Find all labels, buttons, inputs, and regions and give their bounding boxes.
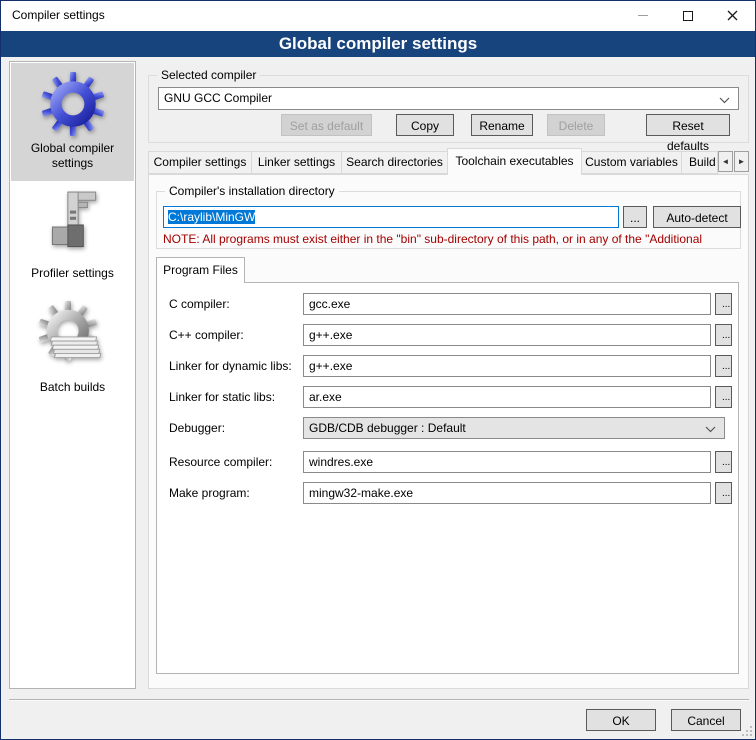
tab-toolchain-executables[interactable]: Toolchain executables	[447, 148, 582, 175]
installation-directory-browse-button[interactable]: ...	[623, 206, 647, 228]
debugger-select[interactable]: GDB/CDB debugger : Default	[303, 417, 725, 439]
make-program-label: Make program:	[169, 486, 250, 500]
chevron-down-icon	[705, 426, 716, 433]
c-compiler-input[interactable]	[303, 293, 711, 315]
resource-compiler-label: Resource compiler:	[169, 455, 272, 469]
tab-search-directories[interactable]: Search directories	[341, 151, 448, 174]
resize-grip[interactable]	[742, 726, 752, 736]
tab-scroll-right-button[interactable]: ►	[734, 151, 749, 172]
linker-static-input[interactable]	[303, 386, 711, 408]
auto-detect-button[interactable]: Auto-detect	[653, 206, 741, 228]
resource-compiler-input[interactable]	[303, 451, 711, 473]
sidebar-item-profiler-settings[interactable]: Profiler settings	[11, 182, 134, 291]
chevron-down-icon	[719, 97, 730, 104]
tab-linker-settings[interactable]: Linker settings	[251, 151, 342, 174]
settings-category-sidebar: Global compiler settings Profiler settin…	[9, 61, 136, 689]
linker-dynamic-input[interactable]	[303, 355, 711, 377]
ok-button[interactable]: OK	[586, 709, 656, 731]
compiler-settings-window: Compiler settings Global compiler settin…	[0, 0, 756, 740]
tab-scroll-left-button[interactable]: ◄	[718, 151, 733, 172]
maximize-button[interactable]	[665, 1, 710, 30]
gray-gear-stack-icon	[37, 300, 109, 376]
linker-static-label: Linker for static libs:	[169, 390, 275, 404]
make-program-input[interactable]	[303, 482, 711, 504]
sidebar-item-label: Profiler settings	[11, 266, 134, 291]
debugger-select-value: GDB/CDB debugger : Default	[309, 421, 466, 435]
close-button[interactable]	[710, 1, 755, 30]
tab-compiler-settings[interactable]: Compiler settings	[148, 151, 252, 174]
caliper-icon	[40, 190, 106, 262]
installation-directory-group-label: Compiler's installation directory	[165, 184, 339, 198]
reset-defaults-button[interactable]: Reset defaults	[646, 114, 730, 136]
sidebar-item-label: Global compiler settings	[11, 141, 134, 181]
minimize-button[interactable]	[620, 1, 665, 30]
copy-button[interactable]: Copy	[396, 114, 454, 136]
title-bar: Compiler settings	[1, 1, 755, 31]
selected-compiler-group-label: Selected compiler	[157, 68, 260, 82]
installation-directory-value: C:\raylib\MinGW	[168, 210, 255, 224]
cpp-compiler-input[interactable]	[303, 324, 711, 346]
resource-compiler-browse-button[interactable]: ...	[715, 451, 732, 473]
sidebar-item-batch-builds[interactable]: Batch builds	[11, 292, 134, 405]
window-title: Compiler settings	[12, 8, 105, 22]
sidebar-item-global-compiler-settings[interactable]: Global compiler settings	[11, 63, 134, 181]
make-program-browse-button[interactable]: ...	[715, 482, 732, 504]
c-compiler-label: C compiler:	[169, 297, 230, 311]
linker-static-browse-button[interactable]: ...	[715, 386, 732, 408]
rename-button[interactable]: Rename	[471, 114, 533, 136]
maximize-icon	[683, 11, 693, 21]
compiler-select-value: GNU GCC Compiler	[164, 91, 272, 105]
compiler-select[interactable]: GNU GCC Compiler	[158, 87, 739, 110]
cpp-compiler-label: C++ compiler:	[169, 328, 244, 342]
bin-subdirectory-note: NOTE: All programs must exist either in …	[163, 232, 741, 246]
cpp-compiler-browse-button[interactable]: ...	[715, 324, 732, 346]
close-icon	[727, 10, 738, 21]
subtab-program-files[interactable]: Program Files	[156, 257, 245, 283]
cancel-button[interactable]: Cancel	[671, 709, 741, 731]
footer-divider-highlight	[9, 700, 749, 701]
delete-button[interactable]: Delete	[547, 114, 605, 136]
linker-dynamic-browse-button[interactable]: ...	[715, 355, 732, 377]
installation-directory-input[interactable]: C:\raylib\MinGW	[163, 206, 619, 228]
page-title: Global compiler settings	[1, 31, 755, 57]
linker-dynamic-label: Linker for dynamic libs:	[169, 359, 292, 373]
sidebar-item-label: Batch builds	[11, 380, 134, 405]
c-compiler-browse-button[interactable]: ...	[715, 293, 732, 315]
set-as-default-button[interactable]: Set as default	[281, 114, 372, 136]
debugger-label: Debugger:	[169, 421, 225, 435]
blue-gear-icon	[40, 71, 106, 137]
minimize-icon	[638, 15, 648, 16]
